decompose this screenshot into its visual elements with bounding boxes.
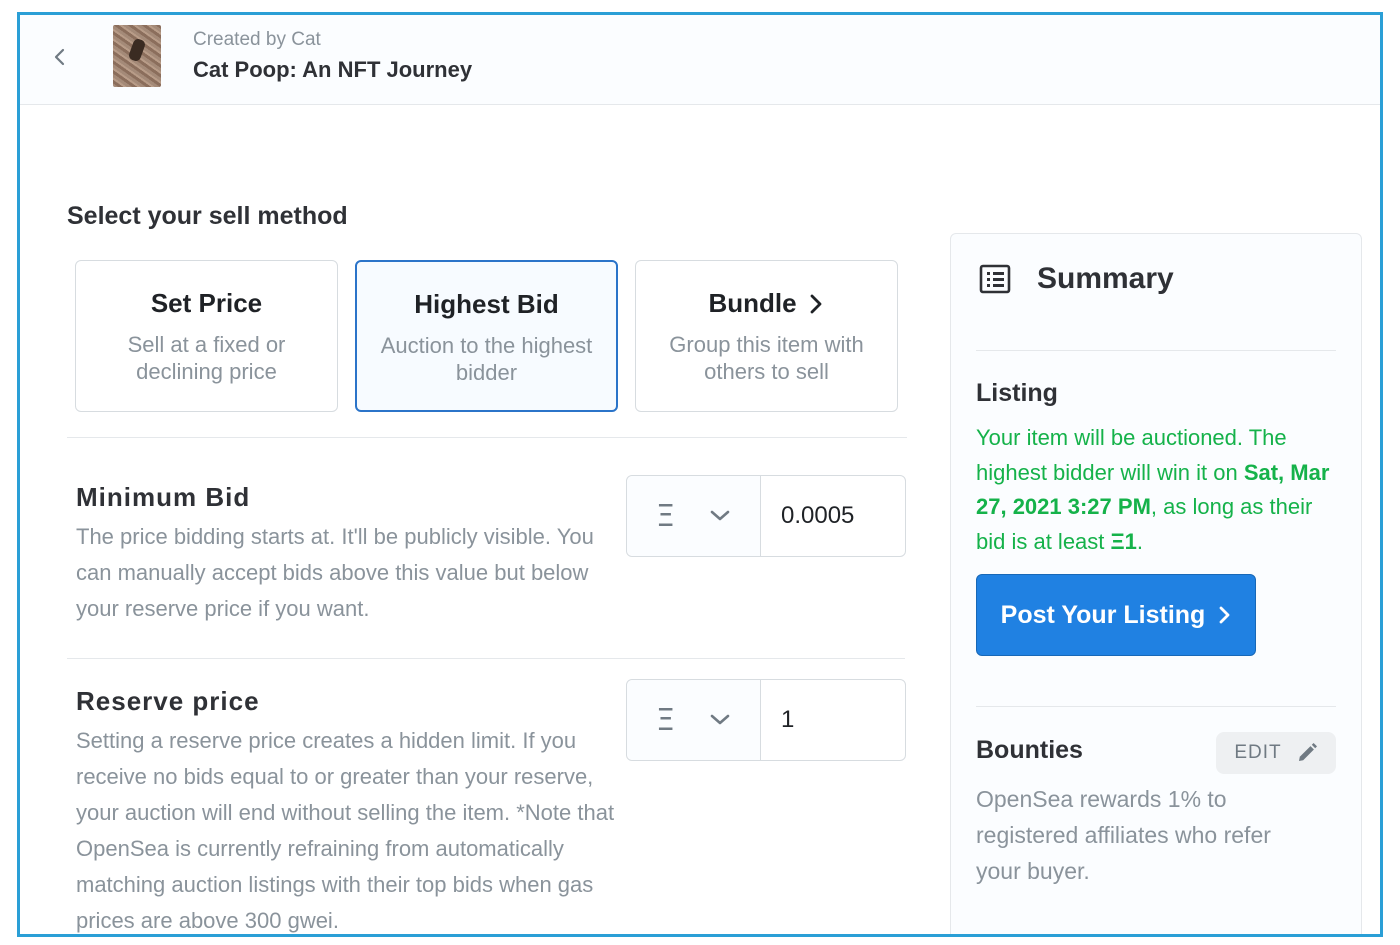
creator-label: Created by Cat [193, 29, 321, 50]
listing-label: Listing [976, 379, 1058, 407]
post-listing-button[interactable]: Post Your Listing [976, 574, 1256, 656]
chevron-down-icon [710, 510, 730, 521]
edit-label: EDIT [1234, 742, 1282, 763]
pencil-icon [1298, 743, 1317, 761]
post-listing-label: Post Your Listing [1000, 600, 1206, 629]
item-title[interactable]: Cat Poop: An NFT Journey [193, 57, 472, 83]
bundle-desc: Group this item with others to sell [669, 332, 864, 384]
chevron-right-icon [810, 294, 821, 313]
reserve-price-desc: Setting a reserve price creates a hidden… [76, 728, 615, 933]
summary-title: Summary [1037, 262, 1174, 295]
summary-panel: Summary Listing Your item will be auctio… [950, 233, 1362, 934]
item-thumbnail[interactable] [113, 25, 161, 87]
summary-header: Summary [979, 262, 1174, 296]
minimum-bid-label: Minimum Bid [76, 482, 251, 512]
set-price-desc: Sell at a fixed or declining price [127, 332, 286, 384]
eth-icon: Ξ [656, 702, 675, 738]
reserve-price-value[interactable]: 1 [761, 680, 794, 760]
highest-bid-desc: Auction to the highest bidder [380, 333, 593, 385]
listing-description: Your item will be auctioned. The highest… [976, 421, 1336, 559]
minimum-bid-value[interactable]: 0.0005 [761, 476, 854, 556]
edit-bounties-button[interactable]: EDIT [1216, 732, 1336, 774]
minimum-bid-currency-select[interactable]: Ξ [627, 476, 761, 556]
chevron-left-icon [54, 48, 65, 66]
divider [976, 350, 1336, 351]
back-button[interactable] [48, 45, 72, 69]
bundle-title: Bundle [708, 288, 797, 318]
list-icon [979, 264, 1011, 294]
bundle-option[interactable]: Bundle Group this item with others to se… [635, 260, 898, 412]
highest-bid-option[interactable]: Highest Bid Auction to the highest bidde… [355, 260, 618, 412]
set-price-option[interactable]: Set Price Sell at a fixed or declining p… [75, 260, 338, 412]
minimum-bid-desc: The price bidding starts at. It'll be pu… [76, 524, 594, 621]
bounties-label: Bounties [976, 736, 1083, 764]
app-frame: Created by Cat Cat Poop: An NFT Journey … [17, 12, 1383, 937]
minimum-amount: Ξ1 [1110, 528, 1137, 554]
divider [67, 658, 905, 659]
minimum-bid-input: Ξ 0.0005 [626, 475, 906, 557]
sell-method-heading: Select your sell method [67, 202, 348, 230]
chevron-down-icon [710, 714, 730, 725]
listing-text-part: Your item will be auctioned. The highest… [976, 425, 1287, 485]
bounties-description: OpenSea rewards 1% to registered affilia… [976, 786, 1271, 884]
eth-icon: Ξ [656, 498, 675, 534]
set-price-title: Set Price [150, 288, 263, 318]
chevron-right-icon [1219, 606, 1230, 624]
reserve-price-label: Reserve price [76, 686, 260, 716]
highest-bid-title: Highest Bid [414, 289, 559, 319]
reserve-price-input: Ξ 1 [626, 679, 906, 761]
page-header: Created by Cat Cat Poop: An NFT Journey [20, 15, 1380, 105]
divider [67, 437, 907, 438]
reserve-price-currency-select[interactable]: Ξ [627, 680, 761, 760]
divider [976, 706, 1336, 707]
listing-text-part: . [1136, 528, 1144, 554]
